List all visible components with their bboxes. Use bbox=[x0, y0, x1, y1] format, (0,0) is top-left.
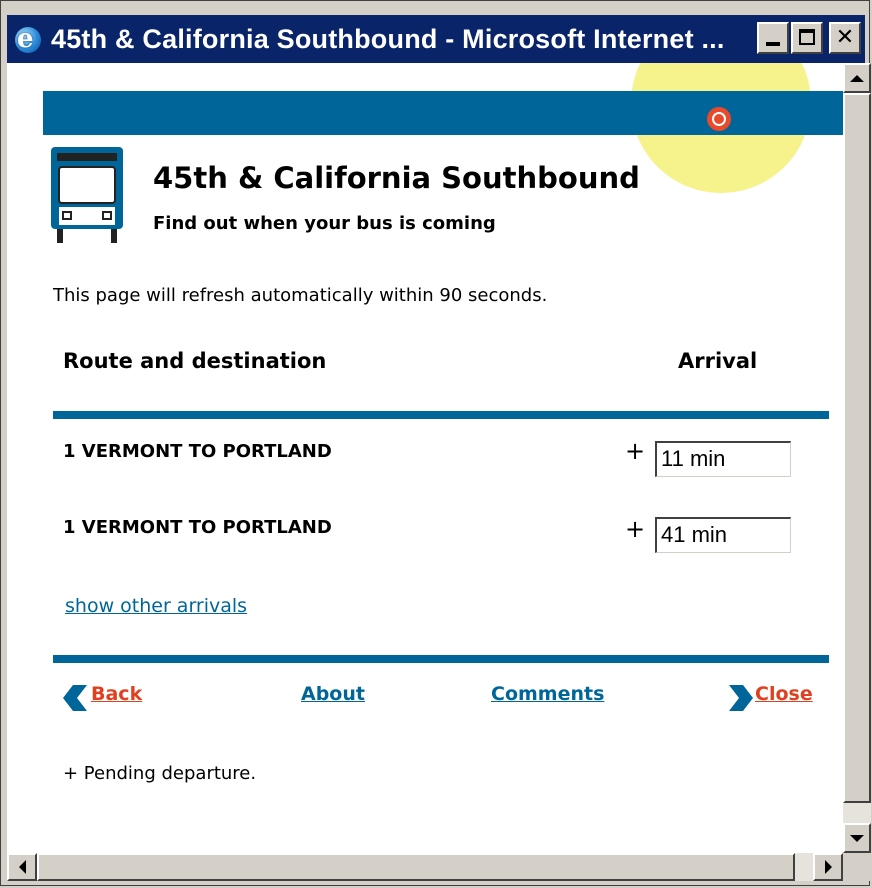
page-subtitle: Find out when your bus is coming bbox=[153, 213, 496, 234]
arrow-down-icon bbox=[850, 834, 864, 842]
divider-bottom bbox=[53, 655, 829, 663]
pending-footnote: + Pending departure. bbox=[63, 763, 257, 784]
bus-icon bbox=[51, 147, 123, 243]
minimize-icon bbox=[766, 42, 780, 46]
scrollbar-corner bbox=[843, 853, 871, 881]
arrow-left-icon bbox=[18, 860, 26, 874]
vertical-scrollbar[interactable] bbox=[843, 63, 871, 853]
scroll-up-button[interactable] bbox=[843, 63, 871, 93]
logo-text-met: MET bbox=[734, 108, 795, 130]
horizontal-scroll-thumb[interactable] bbox=[37, 853, 795, 881]
logo-text-tri: TRI bbox=[653, 108, 703, 130]
vertical-scroll-thumb[interactable] bbox=[843, 93, 871, 803]
trimet-logo-icon bbox=[706, 107, 731, 131]
about-link[interactable]: About bbox=[301, 683, 365, 705]
close-icon: ✕ bbox=[835, 25, 855, 50]
title-bar[interactable]: e 45th & California Southbound - Microso… bbox=[7, 15, 865, 63]
internet-explorer-icon[interactable]: e bbox=[13, 23, 45, 55]
column-header-route: Route and destination bbox=[63, 349, 327, 373]
page-content: TRI MET 45th & California Southbound Fin… bbox=[7, 63, 843, 853]
arrow-right-icon bbox=[824, 860, 832, 874]
scroll-down-button[interactable] bbox=[843, 823, 871, 853]
maximize-icon bbox=[799, 29, 815, 45]
close-link[interactable]: Close bbox=[755, 683, 813, 705]
close-window-button[interactable]: ✕ bbox=[829, 22, 861, 54]
window-title: 45th & California Southbound - Microsoft… bbox=[51, 23, 725, 54]
close-arrow-icon[interactable] bbox=[727, 683, 755, 713]
back-link[interactable]: Back bbox=[91, 683, 142, 705]
horizontal-scrollbar[interactable] bbox=[7, 853, 843, 881]
maximize-button[interactable] bbox=[791, 22, 823, 54]
trimet-logo: TRI MET bbox=[653, 107, 795, 131]
minimize-button[interactable] bbox=[757, 22, 789, 54]
page-title: 45th & California Southbound bbox=[153, 161, 640, 195]
pending-marker: + bbox=[625, 515, 646, 543]
show-other-arrivals-link[interactable]: show other arrivals bbox=[65, 595, 247, 617]
comments-link[interactable]: Comments bbox=[491, 683, 604, 705]
arrival-time-field[interactable]: 11 min bbox=[655, 441, 791, 477]
arrival-time-field[interactable]: 41 min bbox=[655, 517, 791, 553]
scroll-right-button[interactable] bbox=[813, 853, 843, 881]
browser-window: e 45th & California Southbound - Microso… bbox=[0, 0, 871, 886]
pending-marker: + bbox=[625, 437, 646, 465]
refresh-note: This page will refresh automatically wit… bbox=[53, 285, 548, 306]
arrival-route: 1 VERMONT TO PORTLAND bbox=[63, 441, 332, 462]
divider-top bbox=[53, 411, 829, 419]
arrival-route: 1 VERMONT TO PORTLAND bbox=[63, 517, 332, 538]
arrow-up-icon bbox=[850, 74, 864, 82]
scroll-left-button[interactable] bbox=[7, 853, 37, 881]
back-arrow-icon[interactable] bbox=[61, 683, 89, 713]
column-header-arrival: Arrival bbox=[678, 349, 758, 373]
